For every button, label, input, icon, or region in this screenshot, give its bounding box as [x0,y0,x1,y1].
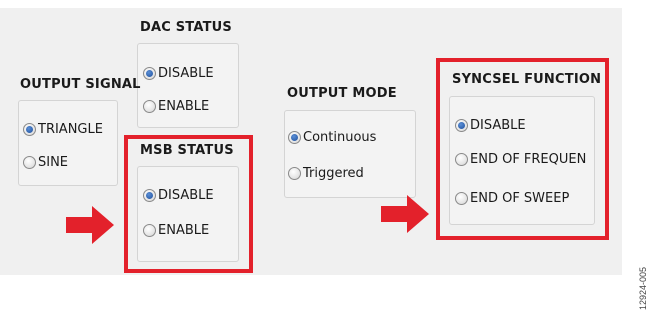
output-signal-sine-label: SINE [38,155,69,170]
output-signal-triangle-option[interactable]: TRIANGLE [23,122,103,137]
output-mode-group [284,110,416,198]
output-mode-triggered-label: Triggered [303,166,364,181]
red-arrow-icon [66,206,114,244]
output-signal-triangle-label: TRIANGLE [38,122,103,137]
figure-code: 12924-005 [638,267,648,310]
red-arrow-icon [381,195,429,233]
dac-status-disable-label: DISABLE [158,66,214,81]
dac-status-group [137,43,239,128]
radio-selected-icon [288,131,301,144]
output-signal-group [18,100,118,186]
output-mode-triggered-option[interactable]: Triggered [288,166,364,181]
output-mode-title: OUTPUT MODE [287,86,397,101]
radio-unselected-icon [143,100,156,113]
dac-status-enable-option[interactable]: ENABLE [143,99,209,114]
output-mode-continuous-option[interactable]: Continuous [288,130,376,145]
radio-selected-icon [23,123,36,136]
radio-unselected-icon [23,156,36,169]
radio-unselected-icon [288,167,301,180]
dac-status-title: DAC STATUS [140,20,232,35]
msb-status-highlight-box [124,135,253,273]
dac-status-disable-option[interactable]: DISABLE [143,66,214,81]
output-signal-title: OUTPUT SIGNAL [20,77,141,92]
output-mode-continuous-label: Continuous [303,130,377,145]
output-signal-sine-option[interactable]: SINE [23,155,68,170]
syncsel-function-highlight-box [436,58,609,240]
dac-status-enable-label: ENABLE [158,99,210,114]
radio-selected-icon [143,67,156,80]
